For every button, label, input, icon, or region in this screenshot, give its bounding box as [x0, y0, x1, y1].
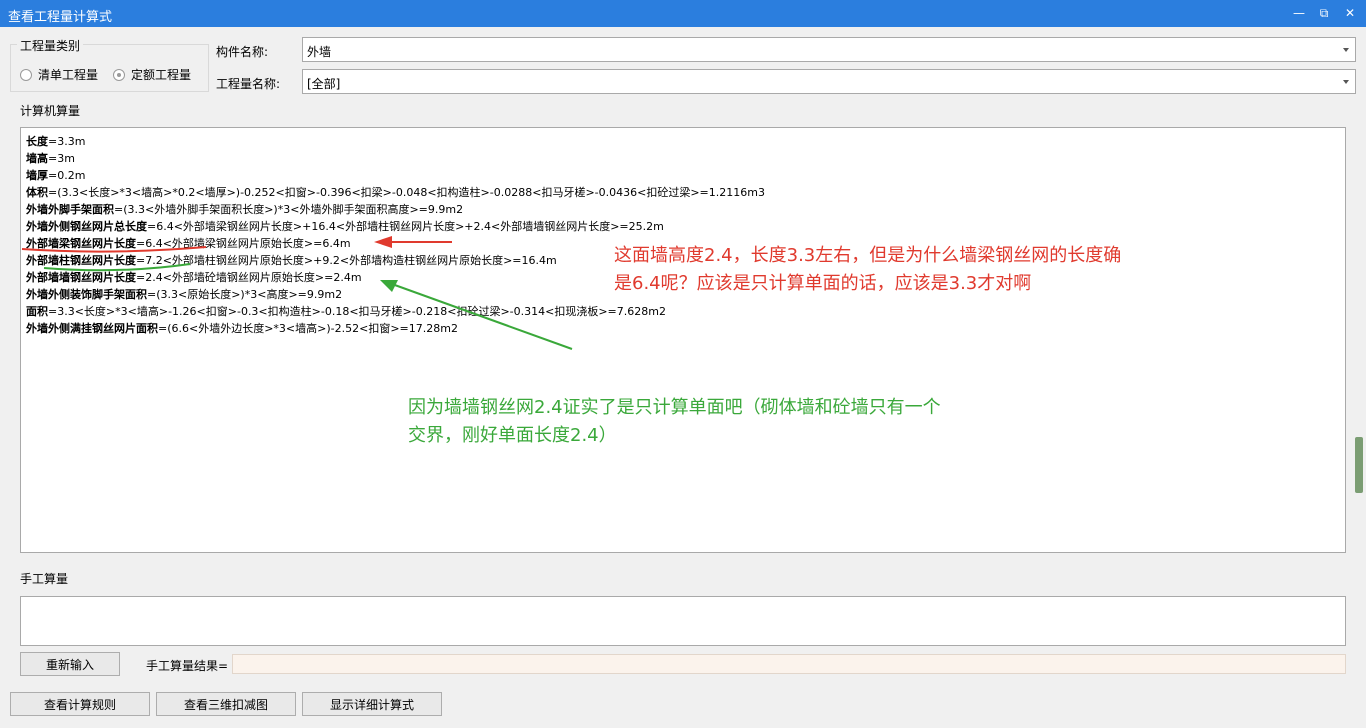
- reinput-button[interactable]: 重新输入: [20, 652, 120, 676]
- radio-circle[interactable]: [20, 68, 32, 81]
- calc-line-formula: =(3.3<外墙外脚手架面积长度>)*3<外墙外脚手架面积高度>=9.9m2: [114, 203, 464, 216]
- component-name-select[interactable]: 外墙: [302, 37, 1356, 62]
- calc-line: 墙厚=0.2m: [26, 167, 1316, 184]
- computer-calc-textarea[interactable]: 长度=3.3m 墙高=3m 墙厚=0.2m 体积=(3.3<长度>*3<墙高>*0.2…: [20, 127, 1346, 553]
- calc-line-name: 长度: [26, 135, 48, 148]
- restore-button[interactable]: ⧉: [1313, 4, 1335, 22]
- calc-line-formula: =3.3m: [48, 135, 86, 148]
- chevron-down-icon[interactable]: [1343, 48, 1349, 52]
- calc-line: 面积=3.3<长度>*3<墙高>-1.26<扣窗>-0.3<扣构造柱>-0.18…: [26, 303, 1316, 320]
- quantity-type-title: 工程量类别: [17, 37, 84, 54]
- title-bar: 查看工程量计算式 — ⧉ ✕: [0, 0, 1366, 27]
- calc-line: 体积=(3.3<长度>*3<墙高>*0.2<墙厚>)-0.252<扣窗>-0.3…: [26, 184, 1316, 201]
- chevron-down-icon[interactable]: [1343, 80, 1349, 84]
- calc-line-formula: =0.2m: [48, 169, 86, 182]
- calc-line-name: 外墙外侧满挂钢丝网片面积: [26, 322, 158, 335]
- calc-line-formula: =3.3<长度>*3<墙高>-1.26<扣窗>-0.3<扣构造柱>-0.18<扣…: [48, 305, 666, 318]
- calc-line-name: 体积: [26, 186, 48, 199]
- scrollbar-thumb[interactable]: [1355, 437, 1363, 493]
- view-rules-button[interactable]: 查看计算规则: [10, 692, 150, 716]
- calc-line: 墙高=3m: [26, 150, 1316, 167]
- calc-line-name: 面积: [26, 305, 48, 318]
- calc-line: 外墙外脚手架面积=(3.3<外墙外脚手架面积长度>)*3<外墙外脚手架面积高度>…: [26, 201, 1316, 218]
- calc-line-formula: =7.2<外部墙柱钢丝网片原始长度>+9.2<外部墙构造柱钢丝网片原始长度>=1…: [136, 254, 557, 267]
- radio-label: 清单工程量: [38, 68, 99, 82]
- annotation-question: 这面墙高度2.4，长度3.3左右，但是为什么墙梁钢丝网的长度确 是6.4呢？应该…: [614, 242, 1121, 298]
- calc-line-name: 外部墙墙钢丝网片长度: [26, 271, 136, 284]
- calc-line-formula: =2.4<外部墙砼墙钢丝网片原始长度>=2.4m: [136, 271, 362, 284]
- calc-lines: 长度=3.3m 墙高=3m 墙厚=0.2m 体积=(3.3<长度>*3<墙高>*0.2…: [26, 133, 1316, 337]
- annotation-reply: 因为墙墙钢丝网2.4证实了是只计算单面吧（砌体墙和砼墙只有一个 交界，刚好单面长…: [408, 394, 941, 450]
- component-name-value: 外墙: [307, 45, 332, 59]
- calc-line-name: 外墙外侧钢丝网片总长度: [26, 220, 147, 233]
- calc-line-name: 外部墙柱钢丝网片长度: [26, 254, 136, 267]
- manual-calc-title: 手工算量: [17, 570, 72, 587]
- view-3d-button[interactable]: 查看三维扣减图: [156, 692, 296, 716]
- calc-line-name: 外墙外侧装饰脚手架面积: [26, 288, 147, 301]
- radio-quota-quantity[interactable]: 定额工程量: [113, 66, 191, 83]
- minimize-button[interactable]: —: [1288, 4, 1310, 22]
- calc-line-name: 墙高: [26, 152, 48, 165]
- manual-result-field[interactable]: [232, 654, 1346, 674]
- calc-line: 长度=3.3m: [26, 133, 1316, 150]
- manual-calc-textarea[interactable]: [20, 596, 1346, 646]
- close-button[interactable]: ✕: [1339, 4, 1361, 22]
- calc-line-name: 外墙外脚手架面积: [26, 203, 114, 216]
- calc-line-formula: =6.4<外部墙梁钢丝网片长度>+16.4<外部墙柱钢丝网片长度>+2.4<外部…: [147, 220, 664, 233]
- calc-line: 外墙外侧钢丝网片总长度=6.4<外部墙梁钢丝网片长度>+16.4<外部墙柱钢丝网…: [26, 218, 1316, 235]
- quantity-name-value: [全部]: [307, 77, 341, 91]
- calc-line-name: 外部墙梁钢丝网片长度: [26, 237, 136, 250]
- annotation-text: 这面墙高度2.4，长度3.3左右，但是为什么墙梁钢丝网的长度确: [614, 245, 1122, 266]
- radio-circle-checked[interactable]: [113, 68, 125, 81]
- radio-label: 定额工程量: [131, 68, 192, 82]
- show-detail-button[interactable]: 显示详细计算式: [302, 692, 442, 716]
- manual-result-label: 手工算量结果=: [146, 659, 229, 673]
- component-name-label: 构件名称:: [216, 45, 269, 59]
- calc-line-formula: =6.4<外部墙梁钢丝网片原始长度>=6.4m: [136, 237, 351, 250]
- calc-line-name: 墙厚: [26, 169, 48, 182]
- quantity-name-label: 工程量名称:: [216, 77, 281, 91]
- computer-calc-title: 计算机算量: [17, 102, 84, 119]
- calc-line: 外墙外侧满挂钢丝网片面积=(6.6<外墙外边长度>*3<墙高>)-2.52<扣窗…: [26, 320, 1316, 337]
- annotation-text: 交界，刚好单面长度2.4）: [408, 425, 617, 446]
- calc-line-formula: =(3.3<原始长度>)*3<高度>=9.9m2: [147, 288, 343, 301]
- radio-bill-quantity[interactable]: 清单工程量: [20, 66, 98, 83]
- annotation-text: 因为墙墙钢丝网2.4证实了是只计算单面吧（砌体墙和砼墙只有一个: [408, 397, 941, 418]
- calc-line-formula: =(6.6<外墙外边长度>*3<墙高>)-2.52<扣窗>=17.28m2: [158, 322, 458, 335]
- annotation-text: 是6.4呢？应该是只计算单面的话，应该是3.3才对啊: [614, 273, 1032, 294]
- quantity-name-select[interactable]: [全部]: [302, 69, 1356, 94]
- calc-line-formula: =(3.3<长度>*3<墙高>*0.2<墙厚>)-0.252<扣窗>-0.396…: [48, 186, 765, 199]
- calc-line-formula: =3m: [48, 152, 75, 165]
- window-title: 查看工程量计算式: [8, 10, 113, 25]
